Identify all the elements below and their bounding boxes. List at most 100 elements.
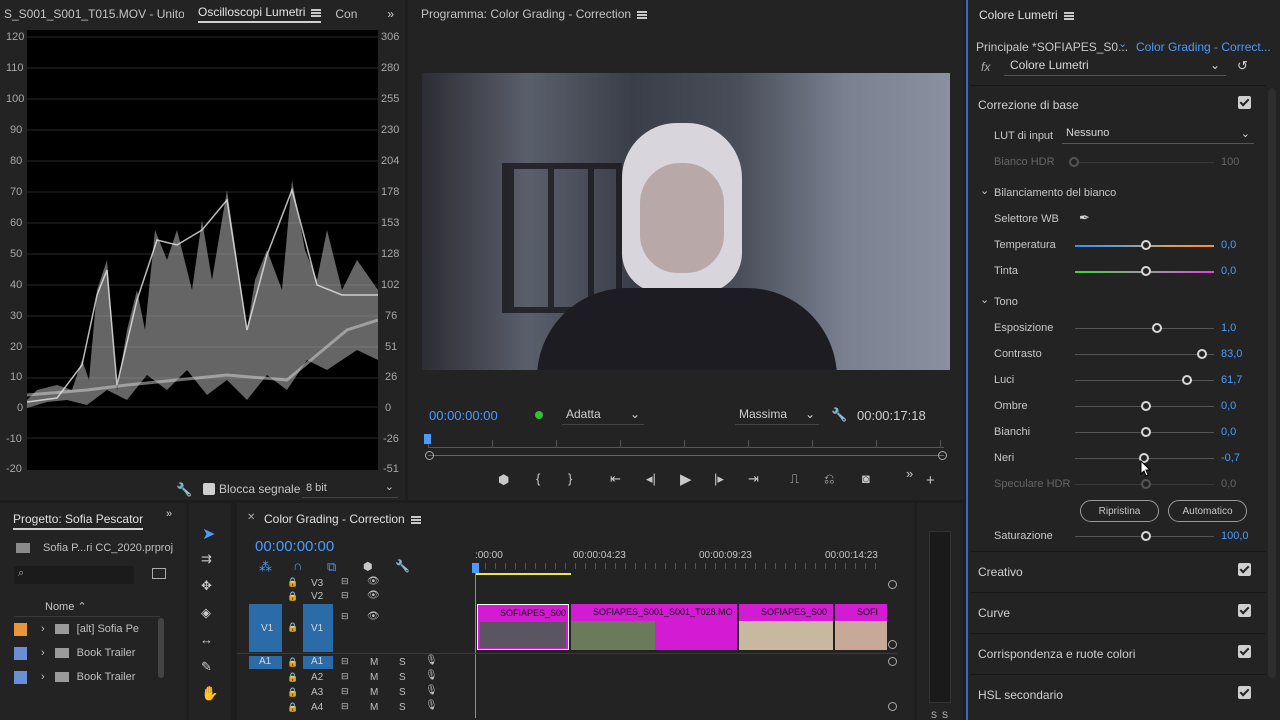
temperature-knob[interactable] xyxy=(1141,240,1151,250)
lock-icon[interactable]: 🔒 xyxy=(287,622,298,633)
clamp-signal-checkbox[interactable] xyxy=(203,483,215,495)
section-color-match[interactable]: Corrispondenza e ruote colori xyxy=(978,647,1135,661)
hsl-checkbox[interactable] xyxy=(1238,686,1251,699)
lift-icon[interactable]: ⎍ xyxy=(790,471,799,487)
panel-menu-icon[interactable] xyxy=(311,8,322,17)
program-scrubber[interactable] xyxy=(424,434,947,460)
chevron-down-icon[interactable]: ⌄ xyxy=(980,184,989,197)
solo-meter-button[interactable]: S xyxy=(942,710,948,720)
linked-selection-icon[interactable]: ⧉ xyxy=(327,559,336,575)
source-v1-patch[interactable]: V1 xyxy=(249,604,282,652)
contrast-knob[interactable] xyxy=(1197,349,1207,359)
tone-section-label[interactable]: Tono xyxy=(994,295,1018,309)
toggle-sync-icon[interactable]: ⊟ xyxy=(341,701,349,712)
lut-select[interactable]: Nessuno ⌄ xyxy=(1062,127,1254,144)
project-title[interactable]: Progetto: Sofia Pescatori C xyxy=(13,512,143,530)
quality-select[interactable]: Massima ⌄ xyxy=(735,407,819,425)
audio-scroll-handle[interactable] xyxy=(888,702,897,711)
project-search-input[interactable]: ⌕ xyxy=(14,566,134,584)
lumetri-title[interactable]: Colore Lumetri xyxy=(979,8,1074,22)
blacks-value[interactable]: -0,7 xyxy=(1221,452,1240,464)
curves-checkbox[interactable] xyxy=(1238,604,1251,617)
exposure-knob[interactable] xyxy=(1152,323,1162,333)
slip-tool-icon[interactable]: ↔ xyxy=(200,632,213,647)
lock-icon[interactable]: 🔒 xyxy=(287,577,298,588)
zoom-handle-right[interactable] xyxy=(938,451,947,460)
tab-controls[interactable]: Con xyxy=(335,7,365,21)
track-v3-label[interactable]: V3 xyxy=(311,578,323,589)
step-back-icon[interactable]: ◂| xyxy=(646,471,656,487)
mute-button[interactable]: M xyxy=(370,657,378,668)
solo-meter-button[interactable]: S xyxy=(931,710,937,720)
toggle-sync-icon[interactable]: ⊟ xyxy=(341,686,349,697)
microphone-icon[interactable]: 🎙 xyxy=(425,700,438,711)
add-marker-icon[interactable]: ⬢ xyxy=(498,472,509,488)
toggle-sync-icon[interactable]: ⊟ xyxy=(341,611,349,622)
video-clip[interactable]: SOFIAPES_S001_S001_T028.MO xyxy=(571,604,737,650)
solo-button[interactable]: S xyxy=(399,687,406,698)
chevron-right-icon[interactable]: › xyxy=(41,647,45,659)
color-match-checkbox[interactable] xyxy=(1238,645,1251,658)
pen-tool-icon[interactable]: ✎ xyxy=(201,659,212,675)
audio-scroll-handle[interactable] xyxy=(888,657,897,666)
toggle-sync-icon[interactable]: ⊟ xyxy=(341,590,349,601)
lock-icon[interactable]: 🔒 xyxy=(287,591,298,602)
tab-source[interactable]: S_S001_S001_T015.MOV - Unito xyxy=(4,7,184,21)
contrast-value[interactable]: 83,0 xyxy=(1221,348,1242,360)
expand-tabs-icon[interactable]: » xyxy=(166,508,172,520)
tab-lumetri-scopes[interactable]: Oscilloscopi Lumetri xyxy=(198,5,322,23)
list-item[interactable]: › [alt] Sofia Pe xyxy=(14,618,139,640)
playhead-marker[interactable] xyxy=(424,434,431,444)
program-timecode[interactable]: 00:00:00:00 xyxy=(429,408,498,423)
add-marker-icon[interactable]: ⬢ xyxy=(363,560,373,573)
track-a2-label[interactable]: A2 xyxy=(311,672,323,683)
zoom-bar[interactable] xyxy=(428,455,944,456)
section-hsl-secondary[interactable]: HSL secondario xyxy=(978,688,1063,702)
section-basic-correction[interactable]: Correzione di base xyxy=(978,98,1079,112)
timeline-ruler[interactable]: :00:00 00:00:04:23 00:00:09:23 00:00:14:… xyxy=(475,547,885,575)
chevron-right-icon[interactable]: › xyxy=(41,671,45,683)
eyedropper-icon[interactable]: ✒ xyxy=(1079,210,1090,226)
temperature-value[interactable]: 0,0 xyxy=(1221,239,1236,251)
go-to-out-icon[interactable]: ⇥ xyxy=(748,471,759,487)
panel-menu-icon[interactable] xyxy=(410,515,421,524)
mute-button[interactable]: M xyxy=(370,687,378,698)
toggle-sync-icon[interactable]: ⊟ xyxy=(341,671,349,682)
new-bin-icon[interactable] xyxy=(152,568,166,579)
close-icon[interactable]: ✕ xyxy=(247,512,255,523)
solo-button[interactable]: S xyxy=(399,657,406,668)
track-v2-label[interactable]: V2 xyxy=(311,591,323,602)
lock-icon[interactable]: 🔒 xyxy=(287,657,298,668)
section-curves[interactable]: Curve xyxy=(978,606,1010,620)
list-item[interactable]: › Book Trailer xyxy=(14,666,135,688)
reset-button[interactable]: Ripristina xyxy=(1080,500,1159,522)
highlights-knob[interactable] xyxy=(1182,375,1192,385)
panel-menu-icon[interactable] xyxy=(637,10,648,19)
video-clip[interactable]: SOFI xyxy=(835,604,887,650)
settings-wrench-icon[interactable]: 🔧 xyxy=(831,407,847,423)
master-clip-label[interactable]: Principale *SOFIAPES_S0... xyxy=(976,40,1128,54)
video-clip[interactable]: SOFIAPES_S00 xyxy=(739,604,833,650)
microphone-icon[interactable]: 🎙 xyxy=(425,685,438,696)
nest-toggle-icon[interactable]: ⁂ xyxy=(259,559,272,575)
solo-button[interactable]: S xyxy=(399,672,406,683)
highlights-value[interactable]: 61,7 xyxy=(1221,374,1242,386)
mute-button[interactable]: M xyxy=(370,702,378,713)
contrast-slider[interactable] xyxy=(1075,354,1214,355)
button-editor-plus-icon[interactable]: + xyxy=(926,472,935,489)
more-controls-icon[interactable]: » xyxy=(906,466,913,481)
razor-tool-icon[interactable]: ◈ xyxy=(201,605,211,621)
snap-magnet-icon[interactable]: ∩ xyxy=(293,558,302,573)
auto-button[interactable]: Automatico xyxy=(1168,500,1247,522)
track-a3-label[interactable]: A3 xyxy=(311,687,323,698)
chevron-right-icon[interactable]: › xyxy=(41,623,45,635)
selection-tool-icon[interactable]: ➤ xyxy=(202,524,215,544)
video-scroll-handle[interactable] xyxy=(888,580,897,589)
step-forward-icon[interactable]: |▸ xyxy=(714,471,724,487)
play-icon[interactable]: ▶ xyxy=(680,470,692,488)
extract-icon[interactable]: ⎌ xyxy=(824,471,834,487)
mark-out-icon[interactable]: } xyxy=(568,471,572,486)
mark-in-icon[interactable]: { xyxy=(536,471,540,486)
saturation-knob[interactable] xyxy=(1141,531,1151,541)
hand-tool-icon[interactable]: ✋ xyxy=(201,685,218,702)
